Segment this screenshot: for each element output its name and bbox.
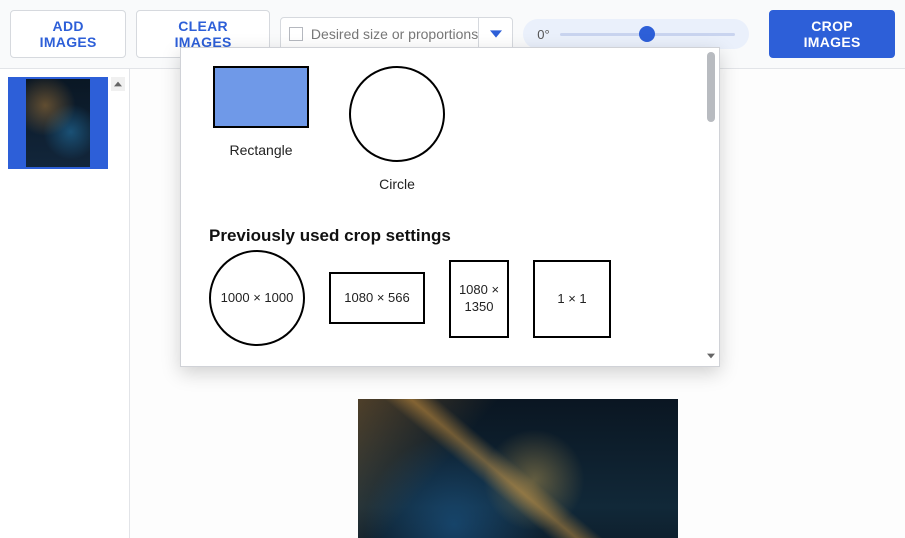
previous-settings-heading: Previously used crop settings (209, 226, 691, 246)
rectangle-icon (213, 66, 309, 128)
slider-track[interactable] (560, 33, 736, 36)
shape-label-rectangle: Rectangle (229, 142, 292, 158)
shape-options: Rectangle Circle (213, 66, 691, 192)
dropdown-toggle[interactable] (478, 18, 512, 50)
main-image[interactable] (358, 399, 678, 538)
shape-label-circle: Circle (379, 176, 415, 192)
thumbnail-selected[interactable] (8, 77, 108, 169)
rotation-slider[interactable]: 0° (523, 19, 749, 49)
chevron-down-icon (490, 28, 502, 40)
shape-option-rectangle[interactable]: Rectangle (213, 66, 309, 192)
preset-1080x566[interactable]: 1080 × 566 (329, 272, 425, 324)
chevron-up-icon (114, 80, 122, 88)
lock-aspect-checkbox[interactable] (289, 27, 303, 41)
size-dropdown-panel: Rectangle Circle Previously used crop se… (180, 47, 720, 367)
scrollbar-down[interactable] (705, 350, 717, 362)
chevron-down-icon (707, 352, 715, 360)
thumbnail-sidebar (0, 69, 130, 538)
size-dropdown[interactable]: Desired size or proportions (280, 17, 513, 51)
preset-1080x1350[interactable]: 1080 × 1350 (449, 260, 509, 338)
size-dropdown-placeholder: Desired size or proportions (311, 26, 478, 42)
shape-option-circle[interactable]: Circle (349, 66, 445, 192)
scrollbar-thumb[interactable] (707, 52, 715, 122)
crop-images-button[interactable]: CROP IMAGES (769, 10, 895, 58)
thumbnail-image (26, 79, 90, 167)
rotation-value: 0° (537, 27, 549, 42)
preset-1000x1000[interactable]: 1000 × 1000 (209, 250, 305, 346)
sidebar-scroll-up[interactable] (111, 77, 125, 91)
preset-1x1[interactable]: 1 × 1 (533, 260, 611, 338)
add-images-button[interactable]: ADD IMAGES (10, 10, 126, 58)
slider-thumb[interactable] (639, 26, 655, 42)
preset-row: 1000 × 1000 1080 × 566 1080 × 1350 1 × 1 (209, 262, 691, 358)
panel-scrollbar[interactable] (705, 52, 717, 362)
circle-icon (349, 66, 445, 162)
